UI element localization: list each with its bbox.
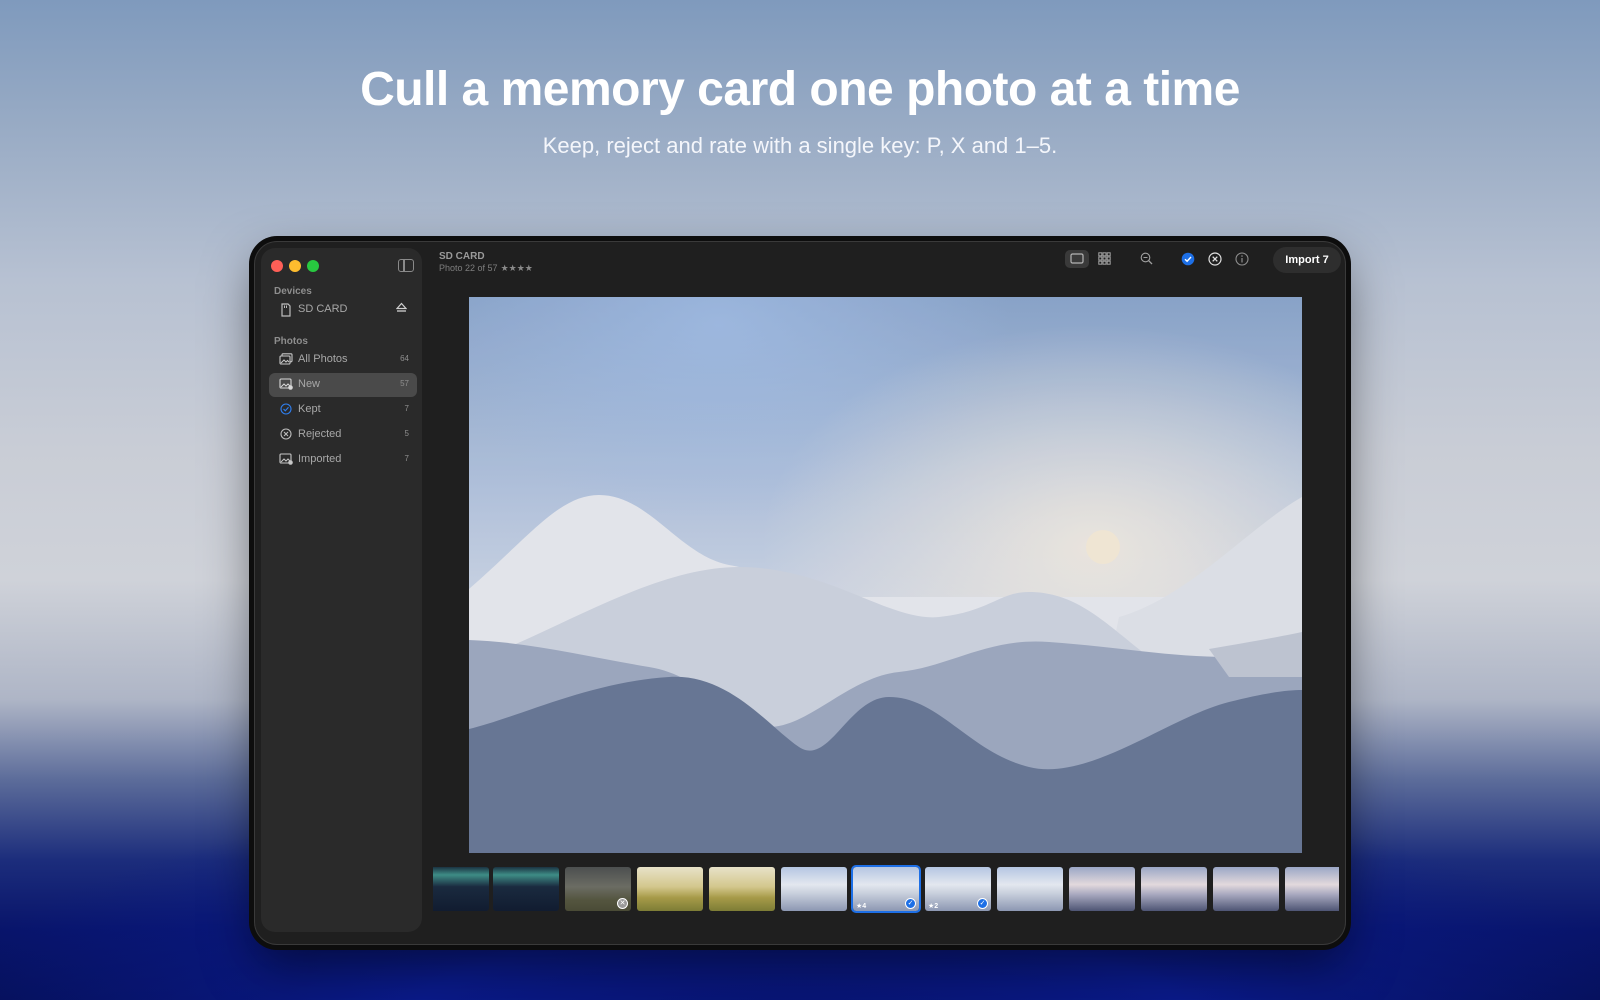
info-button[interactable] bbox=[1230, 250, 1254, 268]
minimize-window-button[interactable] bbox=[289, 260, 301, 272]
zoom-button[interactable] bbox=[1134, 250, 1158, 268]
xmark-circle-icon bbox=[279, 428, 293, 442]
single-view-button[interactable] bbox=[1065, 250, 1089, 268]
filmstrip: ✕ ★4 ✓ ★2 ✓ bbox=[433, 865, 1339, 920]
hero-subtitle: Keep, reject and rate with a single key:… bbox=[542, 133, 1058, 158]
sidebar-item-rejected[interactable]: Rejected 5 bbox=[269, 423, 417, 447]
sidebar-toggle-icon[interactable] bbox=[398, 259, 414, 272]
filmstrip-thumb[interactable]: ✕ bbox=[565, 867, 631, 911]
kept-badge-icon: ✓ bbox=[905, 898, 916, 909]
thumb-rating: ★4 bbox=[856, 903, 867, 910]
sidebar-item-all-photos[interactable]: All Photos 64 bbox=[269, 348, 417, 372]
sidebar-item-label: SD CARD bbox=[298, 303, 348, 315]
keep-icon bbox=[1181, 252, 1195, 266]
sidebar-item-imported[interactable]: Imported 7 bbox=[269, 448, 417, 472]
filmstrip-thumb[interactable] bbox=[1141, 867, 1207, 911]
photo-imported-icon bbox=[279, 453, 293, 467]
sidebar-item-label: Kept bbox=[298, 403, 321, 415]
thumb-rating: ★2 bbox=[928, 903, 939, 910]
sidebar-item-count: 64 bbox=[400, 354, 409, 363]
info-icon bbox=[1235, 252, 1249, 266]
photos-heading: Photos bbox=[274, 336, 308, 347]
sidebar-item-label: All Photos bbox=[298, 353, 348, 365]
filmstrip-thumb[interactable] bbox=[1285, 867, 1339, 911]
filmstrip-thumb[interactable]: ★2 ✓ bbox=[925, 867, 991, 911]
filmstrip-thumb-selected[interactable]: ★4 ✓ bbox=[851, 865, 921, 913]
sd-card-icon bbox=[279, 303, 293, 317]
import-button[interactable]: Import 7 bbox=[1273, 247, 1341, 273]
app-window: Devices SD CARD Photos All Photos 64 New… bbox=[255, 242, 1345, 944]
sidebar-item-label: New bbox=[298, 378, 321, 390]
photo-position: Photo 22 of 57 bbox=[439, 263, 498, 273]
devices-heading: Devices bbox=[274, 286, 312, 297]
toolbar-title: SD CARD bbox=[439, 251, 485, 262]
hero-title: Cull a memory card one photo at a time bbox=[360, 63, 1240, 116]
rejected-badge-icon: ✕ bbox=[617, 898, 628, 909]
maximize-window-button[interactable] bbox=[307, 260, 319, 272]
keep-button[interactable] bbox=[1176, 250, 1200, 268]
sidebar: Devices SD CARD Photos All Photos 64 New… bbox=[261, 248, 422, 932]
toolbar-subtitle: Photo 22 of 57 ★★★★ bbox=[439, 263, 533, 274]
close-window-button[interactable] bbox=[271, 260, 283, 272]
main-photo[interactable] bbox=[469, 297, 1302, 853]
grid-view-button[interactable] bbox=[1092, 250, 1116, 268]
filmstrip-thumb[interactable] bbox=[433, 867, 489, 911]
sidebar-item-label: Imported bbox=[298, 453, 342, 465]
grid-view-icon bbox=[1097, 252, 1111, 265]
filmstrip-thumb[interactable] bbox=[637, 867, 703, 911]
filmstrip-thumb[interactable] bbox=[709, 867, 775, 911]
zoom-icon bbox=[1140, 252, 1152, 265]
reject-icon bbox=[1208, 252, 1222, 266]
sidebar-item-count: 5 bbox=[404, 429, 409, 438]
filmstrip-thumb[interactable] bbox=[1213, 867, 1279, 911]
filmstrip-thumb[interactable] bbox=[997, 867, 1063, 911]
sidebar-item-kept[interactable]: Kept 7 bbox=[269, 398, 417, 422]
sidebar-item-count: 7 bbox=[404, 404, 409, 413]
photo-stack-icon bbox=[279, 353, 293, 367]
single-view-icon bbox=[1070, 253, 1084, 264]
sidebar-item-count: 7 bbox=[404, 454, 409, 463]
filmstrip-thumb[interactable] bbox=[1069, 867, 1135, 911]
sidebar-item-label: Rejected bbox=[298, 428, 342, 440]
checkmark-circle-icon bbox=[279, 403, 293, 417]
sidebar-item-sd-card[interactable]: SD CARD bbox=[269, 298, 417, 322]
kept-badge-icon: ✓ bbox=[977, 898, 988, 909]
sidebar-item-count: 57 bbox=[400, 379, 409, 388]
photo-new-icon bbox=[279, 378, 293, 392]
filmstrip-thumb[interactable] bbox=[781, 867, 847, 911]
eject-icon[interactable] bbox=[395, 302, 408, 316]
sidebar-item-new[interactable]: New 57 bbox=[269, 373, 417, 397]
photo-rating-stars: ★★★★ bbox=[500, 263, 533, 273]
filmstrip-thumb[interactable] bbox=[493, 867, 559, 911]
reject-button[interactable] bbox=[1203, 250, 1227, 268]
